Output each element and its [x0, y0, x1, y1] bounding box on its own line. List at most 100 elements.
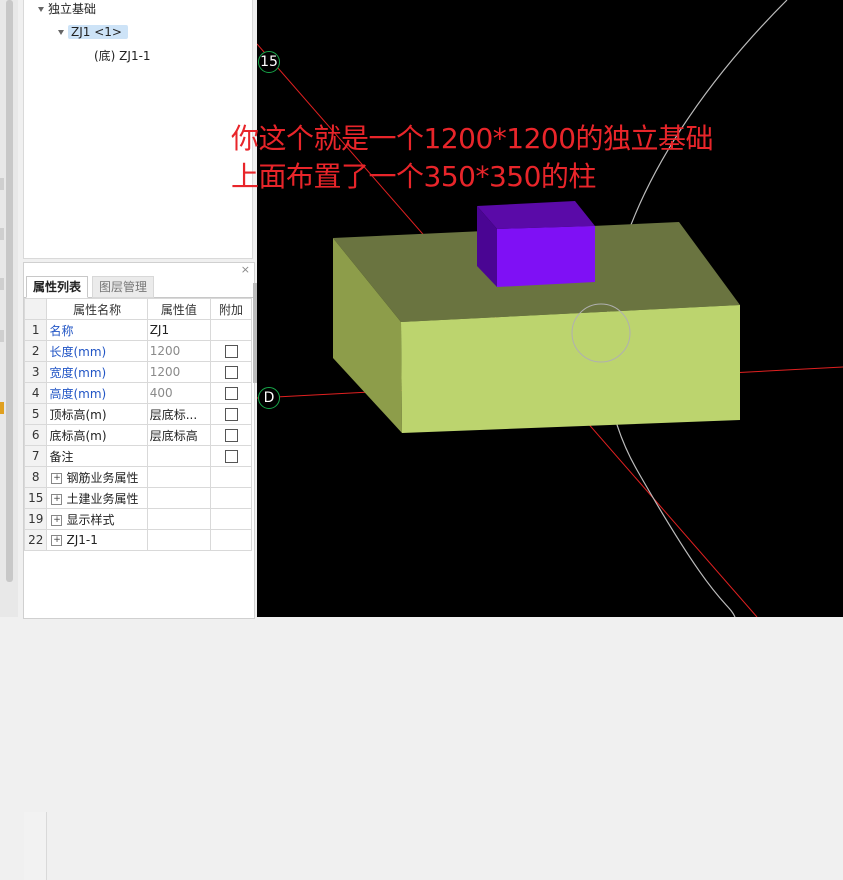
attach-cell	[210, 361, 252, 383]
row-number: 4	[23, 382, 48, 404]
property-name: ZJ1-1	[66, 533, 98, 547]
property-value[interactable]: 层底标...	[146, 403, 212, 425]
expand-plus-icon[interactable]: +	[51, 514, 63, 526]
attach-checkbox[interactable]	[224, 345, 238, 358]
property-group: + 土建业务属性	[46, 487, 148, 509]
tab-layer-management[interactable]: 图层管理	[92, 276, 155, 298]
row-number-gutter	[24, 812, 47, 880]
expand-plus-icon[interactable]: +	[51, 535, 63, 546]
row-number: 22	[23, 529, 48, 551]
property-panel: × 属性列表 图层管理 属性名称 属性值 附加 1 名称 ZJ1 2 长度(mm…	[23, 262, 255, 880]
table-row[interactable]: 3 宽度(mm) 1200	[23, 361, 252, 383]
property-name: 钢筋业务属性	[66, 470, 139, 485]
property-group: + 显示样式	[46, 508, 148, 530]
strip-marker	[0, 330, 4, 342]
scene-canvas	[257, 0, 843, 617]
tree-item-zj1[interactable]: ZJ1 <1>	[58, 22, 128, 42]
property-value[interactable]: 1200	[146, 361, 212, 383]
property-group: + ZJ1-1	[46, 529, 148, 551]
property-value[interactable]	[146, 445, 212, 467]
property-name: 备注	[46, 445, 148, 467]
component-tree: 独立基础 ZJ1 <1> (底) ZJ1-1	[23, 0, 253, 259]
left-edge-strip	[0, 0, 19, 617]
property-name: 高度(mm)	[46, 382, 148, 404]
table-header-row: 属性名称 属性值 附加	[23, 298, 252, 320]
property-value[interactable]: ZJ1	[146, 319, 212, 341]
attach-cell	[210, 487, 252, 509]
tree-item-label: (底) ZJ1-1	[94, 49, 151, 63]
axis-label-d: D	[258, 387, 280, 409]
table-row[interactable]: 2 长度(mm) 1200	[23, 340, 252, 362]
property-name: 宽度(mm)	[46, 361, 148, 383]
attach-cell	[210, 319, 252, 341]
attach-cell	[210, 445, 252, 467]
attach-cell	[210, 403, 252, 425]
left-panel: 独立基础 ZJ1 <1> (底) ZJ1-1 × 属性列表 图层管理 属性名称 …	[18, 0, 257, 880]
property-name: 显示样式	[66, 512, 115, 527]
row-number: 5	[23, 403, 48, 425]
table-row[interactable]: 1 名称 ZJ1	[23, 319, 252, 341]
tab-property-list[interactable]: 属性列表	[26, 276, 89, 298]
property-value[interactable]: 400	[146, 382, 212, 404]
expand-arrow-icon[interactable]	[38, 7, 44, 12]
tree-item-zj1-1[interactable]: (底) ZJ1-1	[94, 46, 151, 66]
row-number: 3	[23, 361, 48, 383]
tree-item-label: 独立基础	[48, 2, 97, 16]
property-value	[146, 529, 212, 551]
attach-checkbox[interactable]	[224, 429, 238, 442]
tree-item-root[interactable]: 独立基础	[38, 0, 96, 19]
tree-item-label: ZJ1 <1>	[68, 25, 128, 39]
expand-plus-icon[interactable]: +	[51, 493, 63, 505]
strip-marker	[0, 402, 4, 414]
axis-label-15: 15	[258, 51, 280, 73]
attach-checkbox[interactable]	[224, 366, 238, 379]
footing-front-face	[401, 305, 740, 433]
attach-cell	[210, 508, 252, 530]
row-number: 15	[23, 487, 48, 509]
row-number: 19	[23, 508, 48, 530]
attach-cell	[210, 466, 252, 488]
attach-checkbox[interactable]	[224, 450, 238, 463]
attach-checkbox[interactable]	[224, 408, 238, 421]
property-name: 长度(mm)	[46, 340, 148, 362]
strip-marker	[0, 178, 4, 190]
table-row[interactable]: 22 + ZJ1-1	[23, 529, 252, 551]
3d-viewport[interactable]: 15 D	[257, 0, 843, 617]
property-table: 属性名称 属性值 附加 1 名称 ZJ1 2 长度(mm) 1200 3 宽度(…	[23, 298, 252, 551]
attach-cell	[210, 424, 252, 446]
expand-plus-icon[interactable]: +	[51, 472, 63, 484]
table-row[interactable]: 15 + 土建业务属性	[23, 487, 252, 509]
expand-arrow-icon[interactable]	[58, 30, 64, 35]
table-row[interactable]: 19 + 显示样式	[23, 508, 252, 530]
attach-cell	[210, 340, 252, 362]
annotation-line-1: 你这个就是一个1200*1200的独立基础	[231, 122, 714, 155]
attach-checkbox[interactable]	[224, 387, 238, 400]
row-number: 7	[23, 445, 48, 467]
table-row[interactable]: 8 + 钢筋业务属性	[23, 466, 252, 488]
property-name: 底标高(m)	[46, 424, 148, 446]
property-value[interactable]: 1200	[146, 340, 212, 362]
row-number-header	[23, 298, 48, 320]
column-header: 属性名称	[46, 298, 148, 320]
property-value	[146, 508, 212, 530]
annotation-line-2: 上面布置了一个350*350的柱	[231, 160, 596, 193]
row-number: 8	[23, 466, 48, 488]
annotation-text: 你这个就是一个1200*1200的独立基础 上面布置了一个350*350的柱	[231, 120, 714, 196]
attach-cell	[210, 382, 252, 404]
column-front-face	[497, 226, 595, 287]
vertical-scrollbar[interactable]	[6, 0, 13, 582]
column-header: 属性值	[146, 298, 212, 320]
property-group: + 钢筋业务属性	[46, 466, 148, 488]
table-row[interactable]: 6 底标高(m) 层底标高	[23, 424, 252, 446]
row-number: 6	[23, 424, 48, 446]
property-name: 名称	[46, 319, 148, 341]
property-value[interactable]: 层底标高	[146, 424, 212, 446]
property-tabs: 属性列表 图层管理	[24, 275, 254, 298]
table-row[interactable]: 5 顶标高(m) 层底标...	[23, 403, 252, 425]
column-header: 附加	[210, 298, 252, 320]
property-value	[146, 487, 212, 509]
table-row[interactable]: 4 高度(mm) 400	[23, 382, 252, 404]
strip-marker	[0, 278, 4, 290]
strip-marker	[0, 228, 4, 240]
table-row[interactable]: 7 备注	[23, 445, 252, 467]
